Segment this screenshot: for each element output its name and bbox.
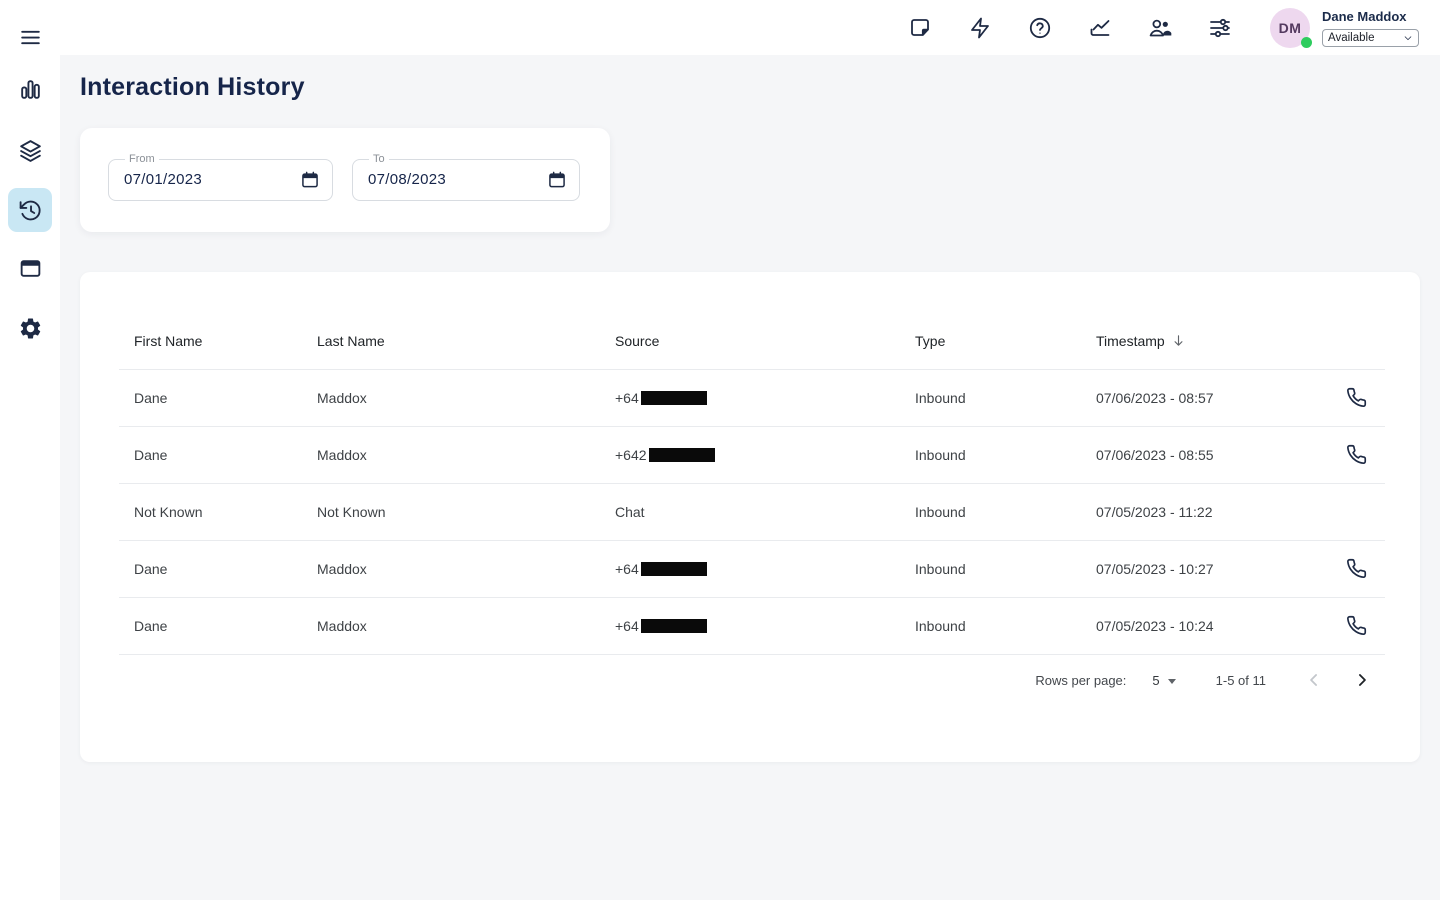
- cell-last-name: Maddox: [317, 561, 615, 577]
- call-button[interactable]: [1346, 558, 1368, 580]
- redacted-phone-number: [649, 448, 715, 462]
- call-button[interactable]: [1346, 444, 1368, 466]
- sidebar-item-settings[interactable]: [8, 306, 52, 350]
- availability-value: Available: [1328, 32, 1374, 44]
- line-chart-icon[interactable]: [1088, 16, 1112, 40]
- from-date-label: From: [125, 153, 159, 165]
- pagination: Rows per page: 5 1-5 of 11: [1035, 670, 1372, 690]
- table-row[interactable]: Not Known Not Known Chat Inbound 07/05/2…: [119, 484, 1385, 541]
- calendar-icon[interactable]: [547, 170, 567, 190]
- history-icon: [18, 198, 43, 223]
- cell-timestamp: 07/06/2023 - 08:57: [1096, 390, 1328, 406]
- help-icon[interactable]: [1028, 16, 1052, 40]
- cell-source: +64: [615, 390, 915, 406]
- cell-last-name: Not Known: [317, 504, 615, 520]
- to-date-input[interactable]: To 07/08/2023: [352, 159, 580, 201]
- chevron-down-icon: [1403, 33, 1413, 43]
- redacted-phone-number: [641, 562, 707, 576]
- bar-chart-icon: [18, 77, 43, 102]
- redacted-phone-number: [641, 619, 707, 633]
- to-date-value: 07/08/2023: [368, 171, 446, 188]
- table-row[interactable]: Dane Maddox +64 Inbound 07/05/2023 - 10:…: [119, 541, 1385, 598]
- table-header-row: First Name Last Name Source Type Timesta…: [119, 312, 1385, 370]
- sidebar-item-queues[interactable]: [8, 128, 52, 172]
- table-row[interactable]: Dane Maddox +642 Inbound 07/06/2023 - 08…: [119, 427, 1385, 484]
- cell-first-name: Dane: [134, 618, 317, 634]
- table-body: Dane Maddox +64 Inbound 07/06/2023 - 08:…: [119, 370, 1385, 655]
- note-icon[interactable]: [908, 16, 932, 40]
- redacted-phone-number: [641, 391, 707, 405]
- from-date-input[interactable]: From 07/01/2023: [108, 159, 333, 201]
- sidebar-item-workspace[interactable]: [8, 246, 52, 290]
- cell-last-name: Maddox: [317, 390, 615, 406]
- layers-icon: [18, 138, 43, 163]
- from-date-value: 07/01/2023: [124, 171, 202, 188]
- to-date-label: To: [369, 153, 389, 165]
- cell-timestamp: 07/05/2023 - 10:27: [1096, 561, 1328, 577]
- interaction-table-card: First Name Last Name Source Type Timesta…: [80, 272, 1420, 762]
- availability-select[interactable]: Available: [1322, 29, 1419, 47]
- window-icon: [18, 256, 43, 281]
- zap-icon[interactable]: [968, 16, 992, 40]
- cell-source: +64: [615, 618, 915, 634]
- table-row[interactable]: Dane Maddox +64 Inbound 07/05/2023 - 10:…: [119, 598, 1385, 655]
- column-header-last-name[interactable]: Last Name: [317, 333, 615, 349]
- user-avatar[interactable]: DM: [1270, 8, 1310, 48]
- cell-timestamp: 07/05/2023 - 11:22: [1096, 504, 1328, 520]
- user-name: Dane Maddox: [1322, 9, 1407, 24]
- cell-type: Inbound: [915, 561, 1096, 577]
- hamburger-menu-button[interactable]: [8, 15, 52, 59]
- phone-icon: [1346, 558, 1367, 579]
- settings-gear-icon: [18, 316, 43, 341]
- phone-icon: [1346, 615, 1367, 636]
- column-header-source[interactable]: Source: [615, 333, 915, 349]
- online-status-dot: [1301, 37, 1312, 48]
- cell-timestamp: 07/05/2023 - 10:24: [1096, 618, 1328, 634]
- cell-last-name: Maddox: [317, 447, 615, 463]
- cell-type: Inbound: [915, 447, 1096, 463]
- sidebar-item-dashboard[interactable]: [8, 67, 52, 111]
- sidebar-item-interaction-history[interactable]: [8, 188, 52, 232]
- sliders-icon[interactable]: [1208, 16, 1232, 40]
- cell-type: Inbound: [915, 504, 1096, 520]
- cell-first-name: Dane: [134, 561, 317, 577]
- rows-per-page-dropdown-icon[interactable]: [1168, 679, 1176, 684]
- cell-timestamp: 07/06/2023 - 08:55: [1096, 447, 1328, 463]
- cell-first-name: Dane: [134, 390, 317, 406]
- cell-first-name: Not Known: [134, 504, 317, 520]
- hamburger-icon: [18, 25, 43, 50]
- calendar-icon[interactable]: [300, 170, 320, 190]
- cell-last-name: Maddox: [317, 618, 615, 634]
- pagination-range: 1-5 of 11: [1216, 673, 1266, 688]
- cell-type: Inbound: [915, 618, 1096, 634]
- call-button[interactable]: [1346, 387, 1368, 409]
- cell-source: Chat: [615, 504, 915, 520]
- sidebar: [0, 0, 60, 900]
- column-header-first-name[interactable]: First Name: [134, 333, 317, 349]
- page-title: Interaction History: [80, 73, 305, 102]
- cell-source: +64: [615, 561, 915, 577]
- cell-type: Inbound: [915, 390, 1096, 406]
- rows-per-page-value[interactable]: 5: [1152, 673, 1159, 688]
- column-header-timestamp[interactable]: Timestamp: [1096, 333, 1328, 349]
- users-icon[interactable]: [1148, 16, 1172, 40]
- phone-icon: [1346, 444, 1367, 465]
- date-filter-card: From 07/01/2023 To 07/08/2023: [80, 128, 610, 232]
- column-header-type[interactable]: Type: [915, 333, 1096, 349]
- next-page-button[interactable]: [1352, 670, 1372, 690]
- call-button[interactable]: [1346, 615, 1368, 637]
- phone-icon: [1346, 387, 1367, 408]
- cell-source: +642: [615, 447, 915, 463]
- sort-desc-arrow-icon: [1171, 333, 1186, 348]
- previous-page-button[interactable]: [1304, 670, 1324, 690]
- topbar: DM Dane Maddox Available: [0, 0, 1440, 55]
- cell-first-name: Dane: [134, 447, 317, 463]
- table-row[interactable]: Dane Maddox +64 Inbound 07/06/2023 - 08:…: [119, 370, 1385, 427]
- interaction-table: First Name Last Name Source Type Timesta…: [119, 312, 1385, 655]
- rows-per-page-label: Rows per page:: [1035, 673, 1126, 688]
